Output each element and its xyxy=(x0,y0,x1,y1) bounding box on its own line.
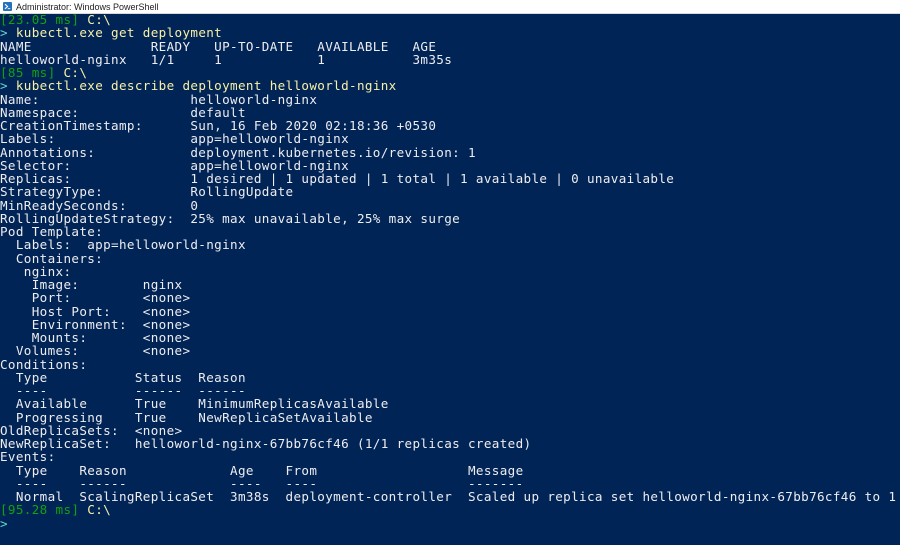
prompt-chevron: > xyxy=(0,78,8,94)
output-line: Type Status Reason xyxy=(0,369,246,385)
output-line: Replicas: 1 desired | 1 updated | 1 tota… xyxy=(0,171,675,186)
output-line: ---- ------ ------ xyxy=(0,383,246,398)
command-text: kubectl.exe describe deployment hellowor… xyxy=(15,78,397,94)
output-line: Namespace: default xyxy=(0,104,246,120)
output-line: Image: nginx xyxy=(0,277,183,292)
output-line: nginx: xyxy=(0,263,72,279)
output-line: Mounts: <none> xyxy=(0,330,191,345)
command-text: kubectl.exe get deployment xyxy=(15,25,223,41)
output-line: Conditions: xyxy=(0,356,88,372)
output-line: Available True MinimumReplicasAvailable xyxy=(0,396,389,412)
title-bar[interactable]: Administrator: Windows PowerShell xyxy=(0,0,900,14)
powershell-window: Administrator: Windows PowerShell [23.05… xyxy=(0,0,900,545)
prompt-chevron: > xyxy=(0,515,8,531)
output-line: MinReadySeconds: 0 xyxy=(0,197,199,213)
output-line: Annotations: deployment.kubernetes.io/re… xyxy=(0,144,476,160)
prompt-line: [95.28 ms] C:\ xyxy=(0,503,111,516)
prompt-chevron: > xyxy=(0,25,8,41)
output-line: Selector: app=helloworld-nginx xyxy=(0,157,350,173)
window-title: Administrator: Windows PowerShell xyxy=(16,1,159,12)
output-line: Containers: xyxy=(0,250,104,266)
output-line: RollingUpdateStrategy: 25% max unavailab… xyxy=(0,210,461,226)
command-line: > kubectl.exe describe deployment hellow… xyxy=(0,79,397,92)
output-line: Host Port: <none> xyxy=(0,303,191,319)
output-line: Port: <none> xyxy=(0,290,191,306)
command-line: > xyxy=(0,515,16,531)
output-line: CreationTimestamp: Sun, 16 Feb 2020 02:1… xyxy=(0,118,437,133)
output-line: Events: xyxy=(0,449,56,465)
output-line: Environment: <none> xyxy=(0,316,191,332)
output-line: Name: helloworld-nginx xyxy=(0,91,318,107)
command-line: > kubectl.exe get deployment xyxy=(0,26,222,39)
output-line: OldReplicaSets: <none> xyxy=(0,422,183,438)
output-line: helloworld-nginx 1/1 1 1 3m35s xyxy=(0,51,453,67)
output-line: NAME READY UP-TO-DATE AVAILABLE AGE xyxy=(0,38,437,54)
output-line: NewReplicaSet: helloworld-nginx-67bb76cf… xyxy=(0,436,532,451)
output-line: Normal ScalingReplicaSet 3m38s deploymen… xyxy=(0,489,897,504)
prompt-path: C:\ xyxy=(87,502,112,518)
output-line: StrategyType: RollingUpdate xyxy=(0,184,294,200)
prompt-line: [85 ms] C:\ xyxy=(0,66,87,79)
output-line: Labels: app=helloworld-nginx xyxy=(0,237,246,253)
output-line: Type Reason Age From Message xyxy=(0,462,524,478)
output-line: Volumes: <none> xyxy=(0,343,191,359)
powershell-icon xyxy=(3,2,12,11)
output-line: Pod Template: xyxy=(0,224,104,239)
output-line: Labels: app=helloworld-nginx xyxy=(0,131,350,147)
terminal-output[interactable]: [23.05 ms] C:\ > kubectl.exe get deployme… xyxy=(0,14,900,545)
output-line: ---- ------ ---- ---- ------- xyxy=(0,475,524,491)
output-line: Progressing True NewReplicaSetAvailable xyxy=(0,409,373,425)
